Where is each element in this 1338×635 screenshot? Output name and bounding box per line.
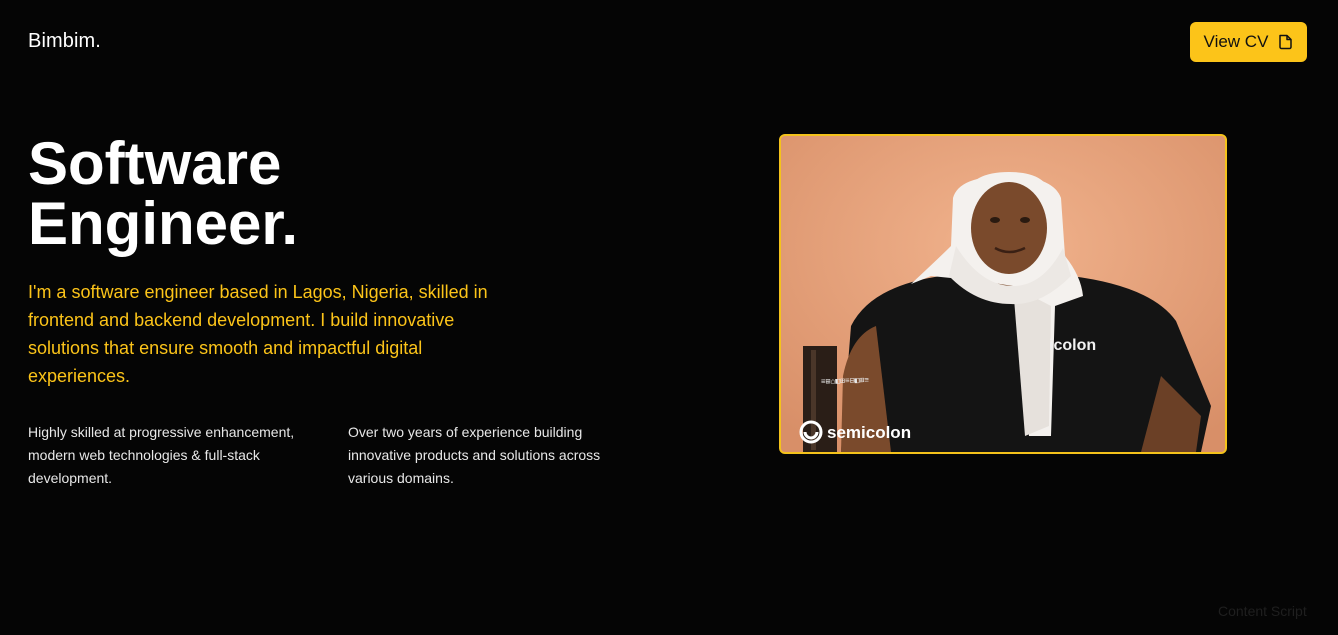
highlight-experience: Over two years of experience building in… bbox=[348, 424, 601, 486]
view-cv-button[interactable]: View CV bbox=[1190, 22, 1307, 62]
document-icon bbox=[1279, 34, 1293, 50]
portfolio-page: Bimbim. View CV Software Engineer. I'm a… bbox=[0, 0, 1338, 635]
highlight-skills: Highly skilled at progressive enhancemen… bbox=[28, 424, 295, 486]
profile-photo: ≡⊞⌂◧⊞≡⊟◧⊞≡ icolon semicolon bbox=[779, 134, 1227, 454]
view-cv-label: View CV bbox=[1203, 32, 1269, 51]
portrait-illustration: ≡⊞⌂◧⊞≡⊟◧⊞≡ icolon semicolon bbox=[781, 136, 1225, 452]
headline-line-2: Engineer. bbox=[28, 190, 299, 257]
hero-headline: Software Engineer. bbox=[28, 134, 298, 254]
extension-watermark: Content Script bbox=[1218, 603, 1307, 619]
hero-intro: I'm a software engineer based in Lagos, … bbox=[28, 282, 488, 386]
site-logo[interactable]: Bimbim. bbox=[28, 30, 101, 53]
brand-text: semicolon bbox=[827, 423, 911, 442]
svg-text:≡⊞⌂◧⊞≡⊟◧⊞≡: ≡⊞⌂◧⊞≡⊟◧⊞≡ bbox=[821, 376, 870, 387]
shirt-text: icolon bbox=[1049, 337, 1096, 354]
headline-line-1: Software bbox=[28, 130, 282, 197]
